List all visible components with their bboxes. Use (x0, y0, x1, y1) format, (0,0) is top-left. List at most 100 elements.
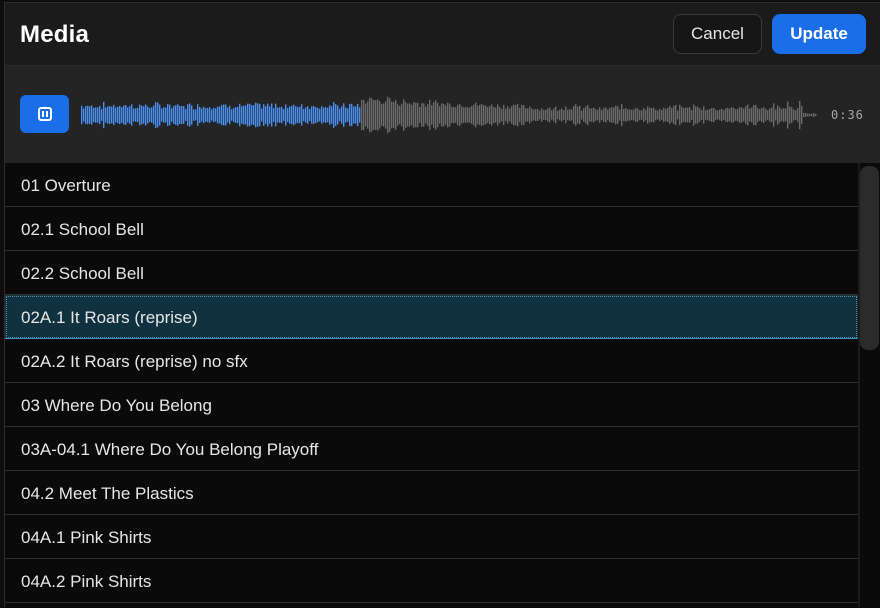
update-button[interactable]: Update (772, 14, 866, 54)
waveform-bar (333, 102, 335, 128)
waveform-bar (211, 109, 213, 121)
list-item[interactable]: 02.2 School Bell (5, 251, 858, 295)
waveform-bar (93, 107, 95, 123)
waveform-bar (807, 113, 809, 117)
waveform-bar (129, 106, 131, 124)
waveform-bar (309, 108, 311, 122)
cancel-button[interactable]: Cancel (673, 14, 762, 54)
waveform-bar (415, 102, 417, 128)
waveform[interactable] (81, 92, 817, 138)
waveform-bar (627, 109, 629, 121)
waveform-bar (131, 104, 133, 126)
waveform-bar (397, 104, 399, 126)
waveform-bar (207, 107, 209, 123)
waveform-bar (719, 109, 721, 121)
waveform-bar (353, 106, 355, 124)
waveform-bar (325, 107, 327, 123)
waveform-bar (669, 106, 671, 124)
waveform-bar (419, 106, 421, 124)
waveform-bar (705, 110, 707, 120)
waveform-bar (361, 99, 363, 131)
scrollbar[interactable] (860, 163, 880, 608)
waveform-bar (217, 106, 219, 124)
waveform-bar (83, 108, 85, 122)
waveform-bar (151, 107, 153, 123)
list-item[interactable]: 03A-04.1 Where Do You Belong Playoff (5, 427, 858, 471)
waveform-bar (295, 106, 297, 124)
waveform-bar (287, 108, 289, 122)
list-item-selected[interactable]: 02A.1 It Roars (reprise) (5, 295, 858, 339)
waveform-bar (749, 108, 751, 122)
waveform-bar (633, 109, 635, 121)
waveform-bar (379, 101, 381, 129)
waveform-bar (135, 108, 137, 122)
waveform-bar (673, 105, 675, 125)
waveform-bar (561, 108, 563, 122)
waveform-bar (439, 106, 441, 124)
pause-button[interactable] (20, 95, 69, 133)
waveform-bar (459, 104, 461, 126)
waveform-bar (773, 103, 775, 127)
waveform-bar (811, 113, 813, 117)
waveform-bar (535, 108, 537, 122)
waveform-bar (611, 107, 613, 123)
waveform-bar (521, 104, 523, 126)
waveform-bar (371, 98, 373, 132)
waveform-bar (631, 109, 633, 121)
waveform-bar (321, 106, 323, 124)
waveform-bar (659, 108, 661, 122)
waveform-bar (579, 105, 581, 125)
waveform-bar (775, 109, 777, 121)
waveform-bar (257, 103, 259, 127)
waveform-bar (499, 107, 501, 123)
waveform-bar (399, 105, 401, 125)
waveform-bar (345, 107, 347, 123)
scrollbar-thumb[interactable] (860, 166, 879, 350)
waveform-bar (87, 105, 89, 125)
list-item[interactable]: 03 Where Do You Belong (5, 383, 858, 427)
track-label: 02A.2 It Roars (reprise) no sfx (21, 352, 248, 371)
waveform-bar (489, 105, 491, 125)
waveform-bar (747, 104, 749, 126)
waveform-bar (683, 108, 685, 122)
waveform-bar (713, 107, 715, 123)
waveform-bar (795, 110, 797, 120)
waveform-bar (119, 105, 121, 125)
waveform-bar (359, 107, 361, 123)
waveform-bar (813, 113, 815, 117)
waveform-bar (465, 107, 467, 123)
waveform-bar (531, 108, 533, 122)
waveform-bar (409, 103, 411, 127)
pause-icon (37, 107, 52, 121)
waveform-bar (375, 100, 377, 130)
waveform-bar (481, 104, 483, 126)
waveform-bar (687, 107, 689, 123)
list-item[interactable]: 02.1 School Bell (5, 207, 858, 251)
list-item[interactable]: 02A.2 It Roars (reprise) no sfx (5, 339, 858, 383)
list-item[interactable]: 04A.1 Pink Shirts (5, 515, 858, 559)
waveform-bar (709, 109, 711, 121)
waveform-bar (367, 101, 369, 129)
waveform-bar (621, 104, 623, 126)
waveform-bar (431, 105, 433, 125)
waveform-bar (799, 100, 801, 130)
waveform-bar (421, 103, 423, 127)
waveform-bar (241, 106, 243, 124)
waveform-bar (753, 105, 755, 125)
waveform-bar (205, 108, 207, 122)
waveform-bar (793, 109, 795, 121)
waveform-bar (657, 110, 659, 120)
playback-time: 0:36 (831, 108, 864, 122)
waveform-bar (571, 109, 573, 121)
waveform-bar (505, 108, 507, 122)
waveform-bar (181, 105, 183, 125)
waveform-bar (383, 103, 385, 127)
list-item[interactable]: 04A.2 Pink Shirts (5, 559, 858, 603)
waveform-bar (591, 108, 593, 122)
waveform-bar (385, 101, 387, 129)
waveform-bar (537, 109, 539, 121)
waveform-bar (315, 107, 317, 123)
list-item[interactable]: 04.2 Meet The Plastics (5, 471, 858, 515)
waveform-bar (765, 108, 767, 122)
list-item[interactable]: 01 Overture (5, 163, 858, 207)
